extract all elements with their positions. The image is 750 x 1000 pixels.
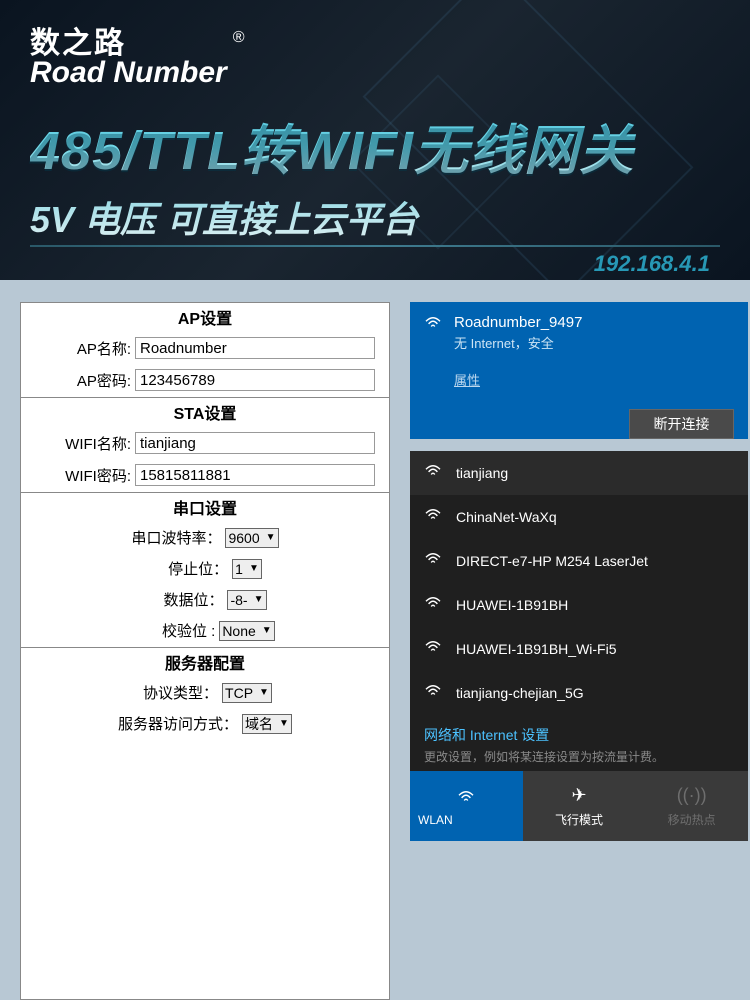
server-section-title: 服务器配置 xyxy=(21,648,389,678)
wifi-secure-icon xyxy=(424,640,444,658)
wifi-secure-icon xyxy=(424,464,444,482)
stop-label: 停止位： xyxy=(148,558,228,579)
proto-select[interactable]: TCP▼ xyxy=(222,683,272,703)
parity-select[interactable]: None▼ xyxy=(219,621,274,641)
wifi-item[interactable]: HUAWEI-1B91BH_Wi-Fi5 xyxy=(410,627,748,671)
brand-logo: 数之路 Road Number ® xyxy=(30,18,720,90)
network-settings-desc: 更改设置，例如将某连接设置为按流量计费。 xyxy=(424,748,734,765)
baud-select[interactable]: 9600▼ xyxy=(225,528,278,548)
hotspot-icon: ((·)) xyxy=(677,784,707,806)
parity-label: 校验位 : xyxy=(135,620,215,641)
network-settings: 网络和 Internet 设置 更改设置，例如将某连接设置为按流量计费。 xyxy=(410,715,748,771)
wifi-secure-icon xyxy=(424,316,444,334)
wifi-item[interactable]: tianjiang-chejian_5G xyxy=(410,671,748,715)
wifi-flyout: Roadnumber_9497 无 Internet，安全 属性 断开连接 ti… xyxy=(410,302,748,1000)
tile-label: WLAN xyxy=(418,813,453,827)
ssid-label: tianjiang xyxy=(456,465,508,481)
chevron-down-icon: ▼ xyxy=(259,687,269,698)
wifi-pass-input[interactable] xyxy=(135,464,375,486)
wifi-secure-icon xyxy=(424,552,444,570)
wlan-tile[interactable]: WLAN xyxy=(410,771,523,841)
divider xyxy=(30,245,720,247)
chevron-down-icon: ▼ xyxy=(249,563,259,574)
ssid-label: DIRECT-e7-HP M254 LaserJet xyxy=(456,553,648,569)
data-select[interactable]: -8-▼ xyxy=(227,590,266,610)
ap-pass-label: AP密码: xyxy=(31,370,131,391)
ap-name-label: AP名称: xyxy=(31,338,131,359)
product-title: 485/TTL转WIFI无线网关 xyxy=(30,106,720,185)
wifi-name-input[interactable] xyxy=(135,432,375,454)
ap-name-input[interactable] xyxy=(135,337,375,359)
data-label: 数据位： xyxy=(143,589,223,610)
content-area: AP设置 AP名称: AP密码: STA设置 WIFI名称: WIFI密码: 串… xyxy=(0,280,750,1000)
ip-address: 192.168.4.1 xyxy=(30,251,720,277)
airplane-tile[interactable]: ✈ 飞行模式 xyxy=(523,771,636,841)
wifi-secure-icon xyxy=(424,508,444,526)
connected-network[interactable]: Roadnumber_9497 无 Internet，安全 属性 断开连接 xyxy=(410,302,748,439)
wifi-item[interactable]: HUAWEI-1B91BH xyxy=(410,583,748,627)
wifi-item[interactable]: ChinaNet-WaXq xyxy=(410,495,748,539)
properties-link[interactable]: 属性 xyxy=(454,370,582,389)
ap-pass-input[interactable] xyxy=(135,369,375,391)
product-subtitle: 5V 电压 可直接上云平台 xyxy=(30,191,720,243)
airplane-icon: ✈ xyxy=(571,784,586,806)
proto-label: 协议类型： xyxy=(138,682,218,703)
chevron-down-icon: ▼ xyxy=(266,532,276,543)
disconnect-button[interactable]: 断开连接 xyxy=(629,409,734,439)
ssid-label: HUAWEI-1B91BH xyxy=(456,597,568,613)
stop-select[interactable]: 1▼ xyxy=(232,559,262,579)
wifi-pass-label: WIFI密码: xyxy=(31,465,131,486)
access-select[interactable]: 域名▼ xyxy=(242,714,292,734)
tile-label: 移动热点 xyxy=(668,811,716,828)
ssid-label: ChinaNet-WaXq xyxy=(456,509,557,525)
sta-section-title: STA设置 xyxy=(21,398,389,428)
ssid-label: tianjiang-chejian_5G xyxy=(456,685,584,701)
wifi-icon xyxy=(457,786,475,808)
ssid-label: HUAWEI-1B91BH_Wi-Fi5 xyxy=(456,641,617,657)
brand-en: Road Number xyxy=(30,56,227,90)
chevron-down-icon: ▼ xyxy=(279,718,289,729)
wifi-item[interactable]: DIRECT-e7-HP M254 LaserJet xyxy=(410,539,748,583)
access-label: 服务器访问方式： xyxy=(118,713,238,734)
chevron-down-icon: ▼ xyxy=(262,625,272,636)
baud-label: 串口波特率： xyxy=(131,527,221,548)
chevron-down-icon: ▼ xyxy=(254,594,264,605)
wifi-name-label: WIFI名称: xyxy=(31,433,131,454)
wifi-secure-icon xyxy=(424,596,444,614)
wifi-list: tianjiang ChinaNet-WaXq DIRECT-e7-HP M25… xyxy=(410,451,748,715)
hotspot-tile[interactable]: ((·)) 移动热点 xyxy=(635,771,748,841)
wifi-item[interactable]: tianjiang xyxy=(410,451,748,495)
ap-section-title: AP设置 xyxy=(21,303,389,333)
connected-status: 无 Internet，安全 xyxy=(454,333,582,352)
network-settings-link[interactable]: 网络和 Internet 设置 xyxy=(424,725,734,745)
connected-ssid: Roadnumber_9497 xyxy=(454,314,582,331)
product-header: 数之路 Road Number ® 485/TTL转WIFI无线网关 5V 电压… xyxy=(0,0,750,280)
config-panel: AP设置 AP名称: AP密码: STA设置 WIFI名称: WIFI密码: 串… xyxy=(20,302,390,1000)
registered-mark: ® xyxy=(233,29,245,47)
wifi-secure-icon xyxy=(424,684,444,702)
quick-action-tiles: WLAN ✈ 飞行模式 ((·)) 移动热点 xyxy=(410,771,748,841)
tile-label: 飞行模式 xyxy=(555,811,603,828)
serial-section-title: 串口设置 xyxy=(21,493,389,523)
